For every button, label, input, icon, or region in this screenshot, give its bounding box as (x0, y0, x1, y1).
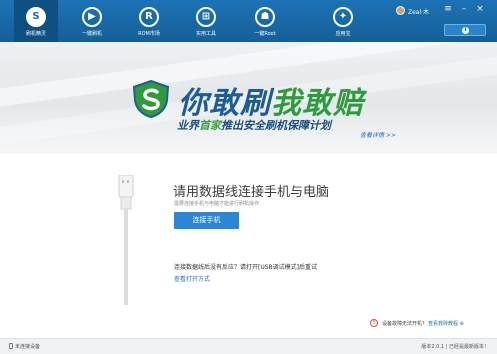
usb-debug-hint: 连接数据线后没有反应？请打开[USB调试模式]后重试 (174, 264, 317, 271)
nav-label: 一键刷机 (81, 31, 102, 37)
download-icon: ⬇ (462, 27, 469, 34)
banner-title: 你敢刷我敢赔 (178, 78, 364, 122)
promo-banner: 你敢刷我敢赔 业界首家推出安全刷机保障计划 查看详情 >> (0, 42, 497, 154)
top-nav-bar: S 刷机精灵 ▶ 一键刷机 R ROM市场 ⊞ 实用工具 ☗ 一键Root ✦ … (0, 0, 497, 42)
nav-item-flash-genie[interactable]: S 刷机精灵 (14, 0, 58, 42)
version-info: 版本2.0.1 | 已经是最新版本！ (421, 344, 489, 350)
banner-title-part1: 你敢刷 (178, 86, 271, 121)
main-panel: 请用数据线连接手机与电脑 需要连接手机与电脑才能进行刷机操作 连接手机 连接数据… (0, 154, 497, 338)
device-status: 未连接设备 (9, 343, 40, 350)
user-account[interactable]: Zeal·木 (396, 6, 436, 16)
tools-grid-icon: ⊞ (196, 7, 216, 27)
subtitle-post: 推出安全刷机保障计划 (221, 119, 331, 132)
status-bar: 未连接设备 版本2.0.1 | 已经是最新版本！ (0, 338, 497, 354)
minimize-button[interactable]: – (458, 3, 470, 15)
nav-label: ROM市场 (138, 31, 160, 37)
nav-label: 应用宝 (335, 31, 351, 37)
warning-text: 设备故障无法开机？ (382, 321, 428, 327)
connect-description: 需要连接手机与电脑才能进行刷机操作 (174, 201, 260, 207)
close-button[interactable]: × (474, 3, 486, 15)
device-status-text: 未连接设备 (15, 344, 41, 350)
usb-cable-icon (118, 175, 134, 305)
play-icon: ▶ (82, 7, 102, 27)
shield-logo-icon (132, 80, 170, 118)
nav-label: 实用工具 (195, 31, 216, 37)
nav-item-one-click-flash[interactable]: ▶ 一键刷机 (70, 0, 114, 42)
root-icon: ☗ (255, 7, 275, 27)
update-button[interactable]: ⬇ (444, 24, 486, 36)
rescue-tutorial-link[interactable]: 查看救砖教程 ⊕ (428, 320, 464, 327)
view-open-method-link[interactable]: 查看打开方式 (174, 274, 210, 283)
nav-item-one-click-root[interactable]: ☗ 一键Root (243, 0, 287, 42)
banner-details-link[interactable]: 查看详情 >> (360, 130, 396, 139)
rom-icon: R (139, 7, 159, 27)
banner-subtitle: 业界首家推出安全刷机保障计划 (177, 117, 331, 133)
connect-title: 请用数据线连接手机与电脑 (173, 185, 330, 200)
connect-phone-button[interactable]: 连接手机 (174, 212, 239, 229)
avatar (396, 6, 405, 15)
nav-item-tools[interactable]: ⊞ 实用工具 (184, 0, 228, 42)
flash-genie-icon: S (26, 7, 46, 27)
user-name: Zeal·木 (408, 9, 430, 16)
subtitle-highlight: 首家 (199, 119, 221, 132)
phone-icon (9, 343, 13, 349)
nav-item-app-store[interactable]: ✦ 应用宝 (321, 0, 365, 42)
nav-label: 一键Root (254, 31, 276, 37)
subtitle-pre: 业界 (177, 119, 199, 132)
warning-icon: ! (370, 319, 378, 327)
app-store-icon: ✦ (333, 7, 353, 27)
nav-label: 刷机精灵 (25, 31, 46, 37)
nav-item-rom-market[interactable]: R ROM市场 (127, 0, 171, 42)
menu-icon[interactable]: ≡ (442, 3, 454, 15)
banner-title-part2: 我敢赔 (271, 86, 364, 121)
